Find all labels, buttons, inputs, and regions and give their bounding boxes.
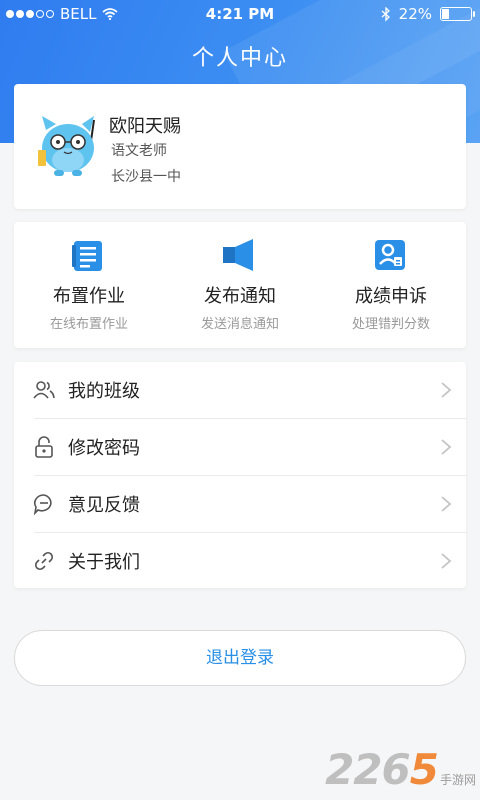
menu-item-change-password[interactable]: 修改密码 xyxy=(14,419,466,475)
chevron-right-icon xyxy=(441,382,452,398)
menu-label: 修改密码 xyxy=(68,438,140,459)
menu-label: 意见反馈 xyxy=(68,495,140,516)
battery-percent: 22% xyxy=(398,5,432,23)
action-subtitle: 处理错判分数 xyxy=(351,317,430,332)
action-label: 布置作业 xyxy=(53,286,125,307)
logout-button[interactable]: 退出登录 xyxy=(14,630,466,686)
quick-actions-card: 布置作业 在线布置作业 发布通知 发送消息通知 成绩申诉 处理错判分数 xyxy=(14,222,466,348)
battery-icon xyxy=(440,7,475,21)
menu-label: 关于我们 xyxy=(68,552,140,573)
users-icon xyxy=(33,381,55,399)
menu-item-feedback[interactable]: 意见反馈 xyxy=(14,476,466,532)
watermark-number: 2265 xyxy=(325,745,439,794)
settings-menu: 我的班级 修改密码 意见反馈 关于我们 xyxy=(14,362,466,588)
chevron-right-icon xyxy=(441,496,452,512)
appeal-icon xyxy=(375,240,405,270)
page-title: 个人中心 xyxy=(191,46,288,71)
action-subtitle: 在线布置作业 xyxy=(49,317,128,332)
action-assign-homework[interactable]: 布置作业 在线布置作业 xyxy=(14,222,164,348)
action-publish-notice[interactable]: 发布通知 发送消息通知 xyxy=(165,222,315,348)
watermark-text: 手游网 xyxy=(439,773,476,787)
profile-role: 语文老师 xyxy=(111,143,167,159)
feedback-icon xyxy=(33,494,52,516)
bluetooth-icon xyxy=(381,6,390,22)
megaphone-icon xyxy=(223,239,253,271)
cartoon-cat-avatar-icon xyxy=(38,116,95,176)
action-grade-appeal[interactable]: 成绩申诉 处理错判分数 xyxy=(316,222,466,348)
action-label: 成绩申诉 xyxy=(355,286,427,307)
action-label: 发布通知 xyxy=(204,286,276,307)
status-bar: BELL 4:21 PM 22% xyxy=(0,0,480,30)
chevron-right-icon xyxy=(441,553,452,569)
profile-name: 欧阳天赐 xyxy=(109,116,181,137)
site-watermark: 2265 手游网 xyxy=(325,745,476,794)
link-icon xyxy=(34,551,54,571)
chevron-right-icon xyxy=(441,439,452,455)
menu-item-about-us[interactable]: 关于我们 xyxy=(14,533,466,589)
homework-icon xyxy=(72,241,102,271)
profile-card[interactable]: 欧阳天赐 语文老师 长沙县一中 xyxy=(14,84,466,209)
profile-school: 长沙县一中 xyxy=(111,169,181,185)
lock-icon xyxy=(35,436,53,458)
action-subtitle: 发送消息通知 xyxy=(200,317,279,332)
menu-label: 我的班级 xyxy=(68,381,140,402)
menu-item-my-class[interactable]: 我的班级 xyxy=(14,362,466,418)
